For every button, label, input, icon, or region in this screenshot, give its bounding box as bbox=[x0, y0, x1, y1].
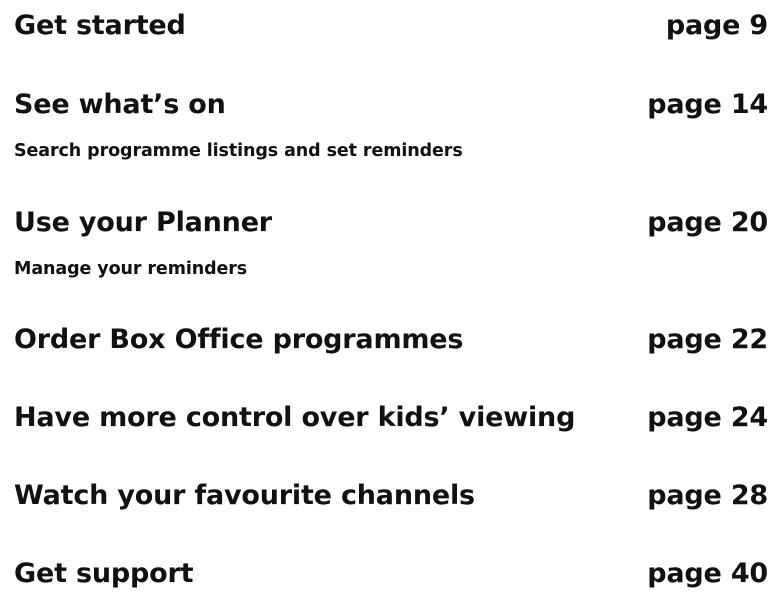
toc-entry-see-whats-on[interactable]: See what’s on page 14 Search programme l… bbox=[14, 87, 768, 163]
toc-entry-subtitle: Search programme listings and set remind… bbox=[14, 141, 463, 161]
toc-entry-title: Use your Planner bbox=[14, 207, 272, 238]
toc-row: Have more control over kids’ viewing pag… bbox=[14, 400, 768, 436]
toc-entry-page: page 24 bbox=[647, 402, 768, 433]
toc-row: Use your Planner page 20 bbox=[14, 205, 768, 241]
toc-entry-use-your-planner[interactable]: Use your Planner page 20 Manage your rem… bbox=[14, 205, 768, 281]
toc-entry-subtitle: Manage your reminders bbox=[14, 259, 248, 279]
toc-entry-get-started[interactable]: Get started page 9 bbox=[14, 8, 768, 44]
toc-row: Get support page 40 bbox=[14, 556, 768, 592]
toc-entry-title: Order Box Office programmes bbox=[14, 324, 464, 355]
toc-entry-page: page 22 bbox=[647, 324, 768, 355]
toc-entry-order-box-office[interactable]: Order Box Office programmes page 22 bbox=[14, 322, 768, 358]
toc-entry-page: page 14 bbox=[647, 89, 768, 120]
toc-entry-title: Get started bbox=[14, 10, 186, 41]
toc-entry-page: page 20 bbox=[647, 207, 768, 238]
toc-entry-page: page 40 bbox=[647, 558, 768, 589]
toc-row: Get started page 9 bbox=[14, 8, 768, 44]
table-of-contents: Get started page 9 See what’s on page 14… bbox=[0, 0, 774, 612]
toc-entry-favourite-channels[interactable]: Watch your favourite channels page 28 bbox=[14, 478, 768, 514]
toc-row: Watch your favourite channels page 28 bbox=[14, 478, 768, 514]
toc-entry-page: page 9 bbox=[665, 10, 768, 41]
toc-entry-title: Get support bbox=[14, 558, 194, 589]
toc-row: See what’s on page 14 bbox=[14, 87, 768, 123]
toc-row: Order Box Office programmes page 22 bbox=[14, 322, 768, 358]
toc-entry-title: See what’s on bbox=[14, 89, 226, 120]
toc-entry-get-support[interactable]: Get support page 40 bbox=[14, 556, 768, 592]
toc-entry-title: Watch your favourite channels bbox=[14, 480, 475, 511]
toc-entry-page: page 28 bbox=[647, 480, 768, 511]
toc-entry-title: Have more control over kids’ viewing bbox=[14, 402, 576, 433]
toc-entry-kids-viewing[interactable]: Have more control over kids’ viewing pag… bbox=[14, 400, 768, 436]
